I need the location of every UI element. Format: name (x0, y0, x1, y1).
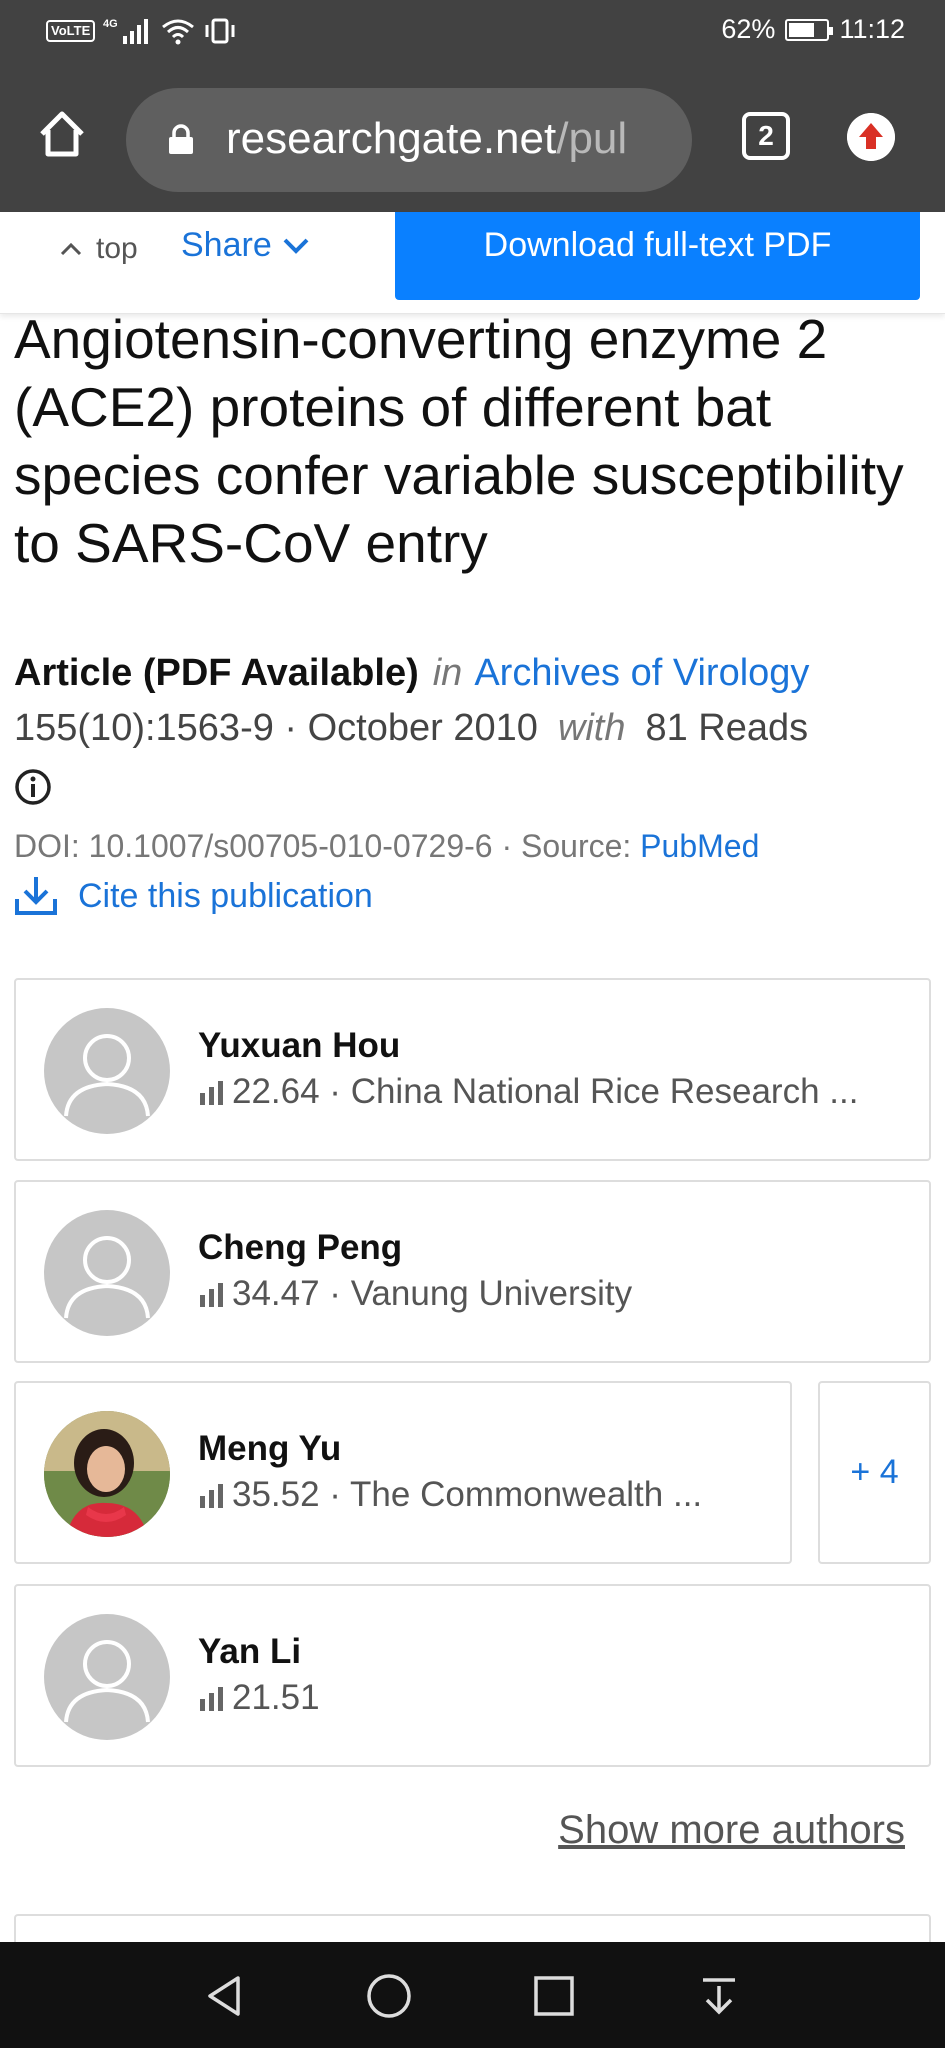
author-score: 21.51 (232, 1678, 320, 1717)
update-icon[interactable] (847, 113, 895, 161)
author-card[interactable]: Cheng Peng 34.47 · Vanung University (14, 1180, 931, 1363)
top-label: top (96, 232, 138, 265)
rg-score-icon (200, 1081, 223, 1105)
battery-icon (785, 18, 834, 41)
more-authors-button[interactable]: + 4 (818, 1381, 931, 1564)
article-title: Angiotensin-converting enzyme 2 (ACE2) p… (14, 308, 904, 574)
status-left: VoLTE 4G (46, 16, 237, 46)
author-name: Cheng Peng (198, 1228, 403, 1267)
back-triangle-icon[interactable] (200, 1972, 248, 2020)
home-icon[interactable] (36, 108, 88, 160)
page-toolbar: top Share Download full-text PDF (0, 212, 945, 314)
download-pdf-button[interactable]: Download full-text PDF (395, 212, 920, 300)
author-card[interactable]: Yan Li 21.51 (14, 1584, 931, 1767)
cite-publication-link[interactable]: Cite this publication (14, 875, 373, 917)
cite-label: Cite this publication (78, 876, 373, 915)
article-meta-line: Article (PDF Available) in Archives of Vir… (14, 652, 809, 695)
chevron-down-icon (283, 238, 309, 254)
wifi-icon (162, 19, 195, 45)
article-type: Article (PDF Available) (14, 652, 419, 694)
vibrate-icon (205, 18, 235, 44)
reads-count: 81 Reads (645, 707, 809, 749)
author-score-affiliation: 34.47 · Vanung University (232, 1274, 633, 1313)
share-label: Share (181, 226, 272, 264)
show-more-authors-link[interactable]: Show more authors (558, 1808, 905, 1853)
battery-percent: 62% (721, 14, 776, 44)
url-path: /pul (556, 114, 628, 163)
clock: 11:12 (839, 14, 905, 44)
rg-score-icon (200, 1687, 223, 1711)
home-circle-icon[interactable] (365, 1972, 413, 2020)
lock-icon (169, 124, 193, 154)
author-name: Yan Li (198, 1632, 302, 1671)
info-icon[interactable] (14, 768, 52, 806)
author-name: Yuxuan Hou (198, 1026, 401, 1065)
author-score-affiliation: 35.52 · The Commonwealth ... (232, 1475, 703, 1514)
rg-score-icon (200, 1484, 223, 1508)
author-card[interactable]: Meng Yu 35.52 · The Commonwealth ... (14, 1381, 792, 1564)
tab-switcher-button[interactable]: 2 (742, 112, 790, 160)
author-stats: 21.51 (198, 1678, 320, 1718)
browser-toolbar: researchgate.net/pul 2 (0, 66, 945, 212)
avatar-placeholder-icon (44, 1210, 170, 1336)
cell-signal-icon: 4G (103, 18, 149, 44)
volume-date: 155(10):1563-9 · October 2010 (14, 707, 538, 749)
url-text: researchgate.net/pul (226, 114, 627, 164)
in-word: in (432, 652, 463, 694)
svg-text:4G: 4G (103, 18, 118, 30)
doi-text: DOI: 10.1007/s00705-010-0729-6 · Source: (14, 828, 632, 864)
doi-line: DOI: 10.1007/s00705-010-0729-6 · Source:… (14, 828, 759, 865)
avatar-placeholder-icon (44, 1614, 170, 1740)
url-domain: researchgate.net (226, 114, 557, 163)
source-link[interactable]: PubMed (640, 828, 759, 864)
author-stats: 22.64 · China National Rice Research ... (198, 1072, 858, 1112)
author-score-affiliation: 22.64 · China National Rice Research ... (232, 1072, 859, 1111)
author-stats: 35.52 · The Commonwealth ... (198, 1475, 702, 1515)
url-bar[interactable]: researchgate.net/pul (126, 88, 692, 192)
chevron-up-icon (60, 242, 82, 256)
author-stats: 34.47 · Vanung University (198, 1274, 632, 1314)
avatar-placeholder-icon (44, 1008, 170, 1134)
journal-link[interactable]: Archives of Virology (474, 652, 809, 694)
status-right: 62% 11:12 (721, 14, 905, 45)
system-nav-bar (0, 1942, 945, 2048)
share-button[interactable]: Share (181, 226, 310, 265)
author-name: Meng Yu (198, 1429, 342, 1468)
status-bar: VoLTE 4G 62% 11:12 (0, 0, 945, 66)
author-card[interactable]: Yuxuan Hou 22.64 · China National Rice R… (14, 978, 931, 1161)
download-icon (15, 877, 57, 915)
back-to-top-link[interactable]: top (60, 232, 138, 266)
with-word: with (557, 707, 626, 749)
recents-square-icon[interactable] (530, 1972, 578, 2020)
article-volume-line: 155(10):1563-9 · October 2010 with 81 Read… (14, 707, 808, 750)
volte-indicator: VoLTE (46, 20, 96, 42)
rg-score-icon (200, 1283, 223, 1307)
notification-pulldown-icon[interactable] (695, 1972, 743, 2020)
author-photo (44, 1411, 170, 1537)
